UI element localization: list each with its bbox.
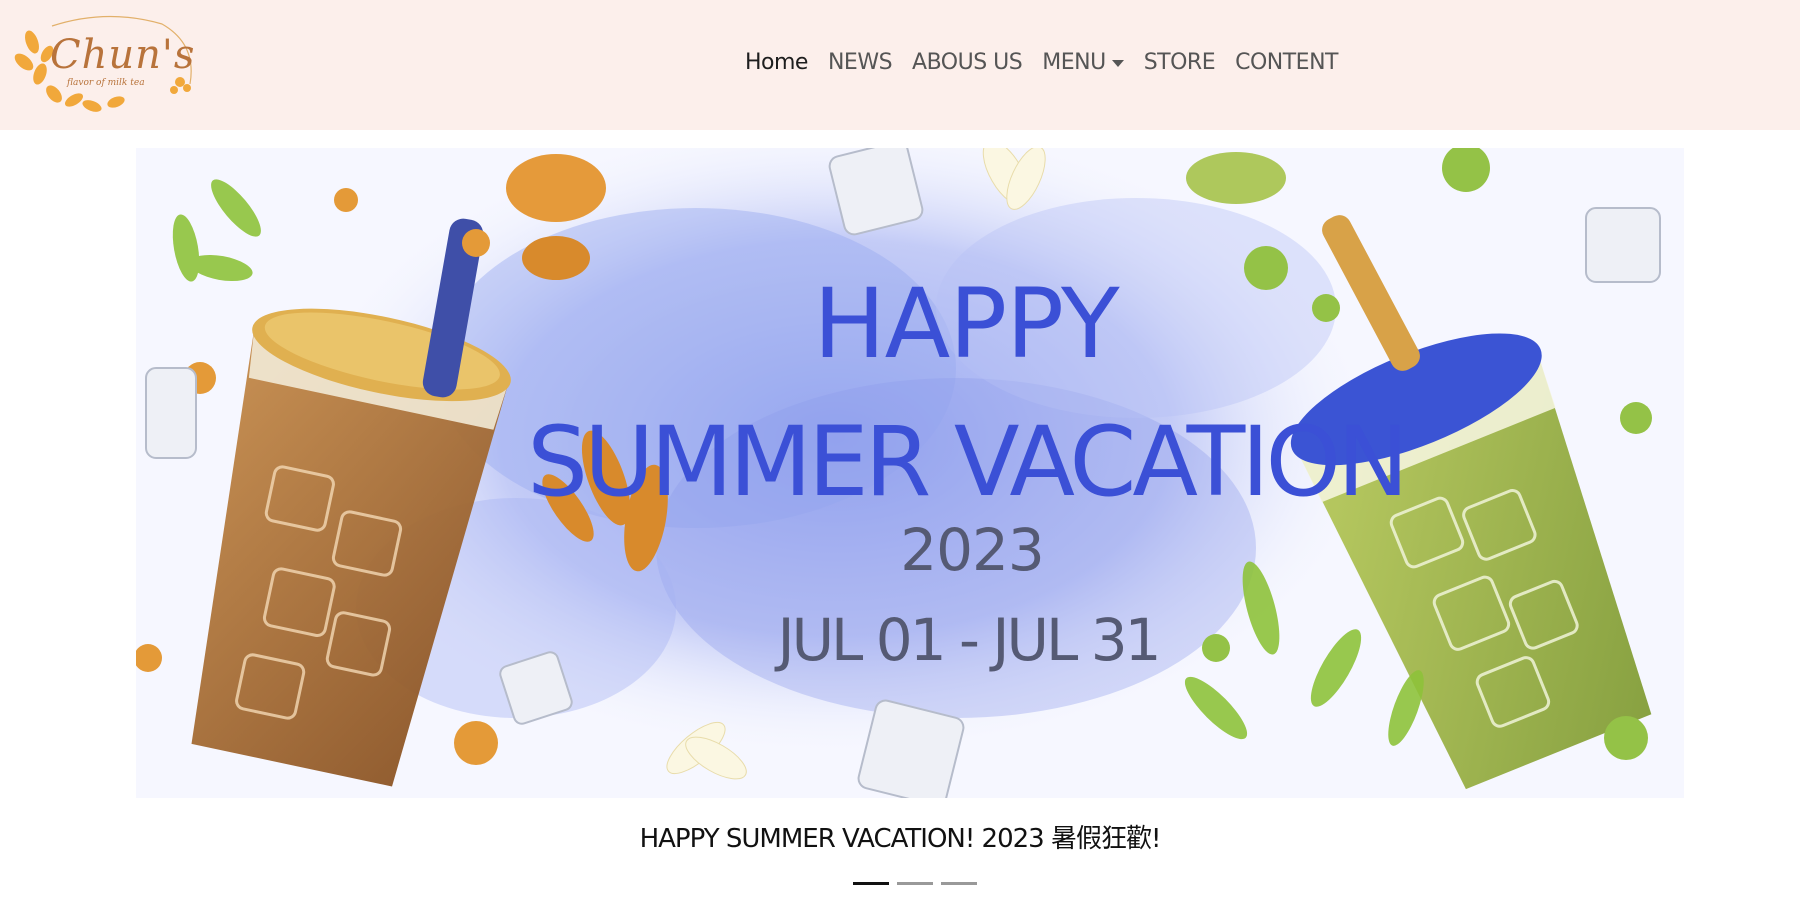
nav-news[interactable]: NEWS — [828, 50, 893, 75]
nav-store[interactable]: STORE — [1144, 50, 1216, 75]
nav-home[interactable]: Home — [745, 50, 808, 75]
nav-menu-dropdown[interactable]: MENU — [1042, 50, 1124, 75]
hero-headline-summer-vacation: SUMMER VACATION — [527, 406, 1409, 518]
nav-content[interactable]: CONTENT — [1235, 50, 1338, 75]
carousel-caption: HAPPY SUMMER VACATION! 2023 暑假狂歡! — [639, 824, 1162, 854]
hero-headline-happy: HAPPY — [813, 268, 1119, 380]
carousel-indicator-1[interactable] — [853, 882, 889, 885]
carousel-indicators — [853, 882, 977, 885]
hero-date-range: JUL 01 - JUL 31 — [777, 606, 1161, 674]
hero-year: 2023 — [900, 516, 1045, 584]
caret-down-icon — [1111, 59, 1124, 67]
main-nav: Home NEWS ABOUS US MENU STORE CONTENT — [745, 50, 1338, 75]
brand-logo[interactable]: Chun's flavor of milk tea — [12, 14, 197, 114]
carousel-indicator-3[interactable] — [941, 882, 977, 885]
brand-name: Chun's — [50, 32, 196, 78]
brand-tagline: flavor of milk tea — [67, 78, 145, 88]
nav-about-us[interactable]: ABOUS US — [912, 50, 1023, 75]
carousel-indicator-2[interactable] — [897, 882, 933, 885]
nav-menu-label: MENU — [1042, 50, 1106, 75]
hero-carousel[interactable]: HAPPY SUMMER VACATION 2023 JUL 01 - JUL … — [136, 148, 1684, 798]
navbar: Chun's flavor of milk tea Home NEWS ABOU… — [0, 0, 1800, 130]
